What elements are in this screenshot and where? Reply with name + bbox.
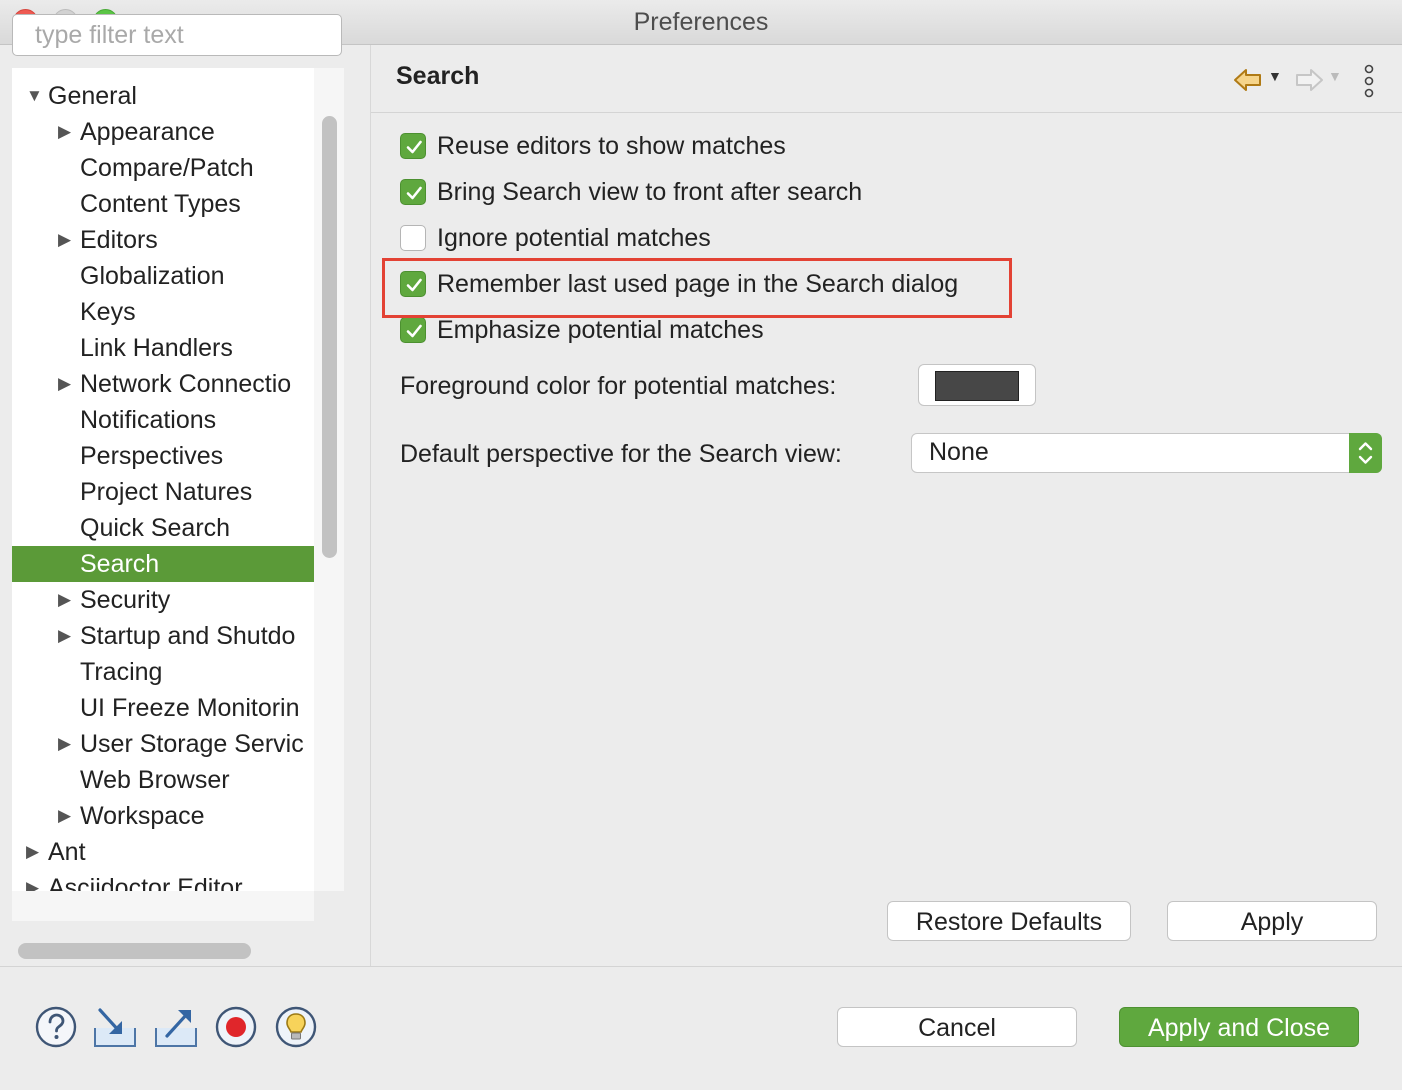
checkbox-checked[interactable] bbox=[400, 317, 426, 343]
collapsed-triangle-icon[interactable]: ▶ bbox=[58, 798, 71, 834]
tree-item[interactable]: ▶ Security bbox=[12, 582, 314, 618]
help-icon[interactable] bbox=[33, 1004, 79, 1050]
tree-horizontal-scroll-thumb[interactable] bbox=[18, 943, 251, 959]
filter-input[interactable] bbox=[12, 14, 342, 56]
collapsed-triangle-icon[interactable]: ▶ bbox=[26, 870, 39, 891]
tree-item-label: Ant bbox=[48, 838, 86, 866]
option-label: Reuse editors to show matches bbox=[437, 132, 786, 160]
color-swatch bbox=[935, 371, 1019, 401]
tree-item[interactable]: Notifications bbox=[12, 402, 314, 438]
apply-button[interactable]: Apply bbox=[1167, 901, 1377, 941]
collapsed-triangle-icon[interactable]: ▶ bbox=[58, 726, 71, 762]
tree-item-label: Tracing bbox=[80, 658, 163, 686]
tree-item-label: Notifications bbox=[80, 406, 217, 434]
collapsed-triangle-icon[interactable]: ▶ bbox=[58, 582, 71, 618]
checkbox-unchecked[interactable] bbox=[400, 225, 426, 251]
tree-item-label: Search bbox=[80, 550, 160, 578]
expanded-triangle-icon[interactable]: ▼ bbox=[26, 78, 43, 114]
select-arrows-icon bbox=[1349, 433, 1382, 473]
page-title: Search bbox=[396, 62, 480, 90]
tree-item[interactable]: ▶ Asciidoctor Editor bbox=[12, 870, 314, 891]
record-icon[interactable] bbox=[214, 1004, 260, 1050]
tree-item-label: Startup and Shutdo bbox=[80, 622, 296, 650]
tree-item[interactable]: Keys bbox=[12, 294, 314, 330]
tree-item[interactable]: Tracing bbox=[12, 654, 314, 690]
checkbox-checked[interactable] bbox=[400, 179, 426, 205]
tree-item[interactable]: Globalization bbox=[12, 258, 314, 294]
export-icon[interactable] bbox=[153, 1004, 199, 1050]
lightbulb-icon[interactable] bbox=[274, 1004, 320, 1050]
header-divider bbox=[371, 112, 1402, 113]
tree-item[interactable]: Project Natures bbox=[12, 474, 314, 510]
tree-item[interactable]: ▶ Editors bbox=[12, 222, 314, 258]
tree-item-label: Content Types bbox=[80, 190, 241, 218]
cancel-button[interactable]: Cancel bbox=[837, 1007, 1077, 1047]
tree-vertical-scroll-thumb[interactable] bbox=[322, 116, 337, 558]
collapsed-triangle-icon[interactable]: ▶ bbox=[58, 222, 71, 258]
forward-history-dropdown-icon[interactable]: ▼ bbox=[1328, 68, 1342, 84]
tree-item[interactable]: ▶ Startup and Shutdo bbox=[12, 618, 314, 654]
tree-item[interactable]: UI Freeze Monitorin bbox=[12, 690, 314, 726]
tree-item-label: UI Freeze Monitorin bbox=[80, 694, 300, 722]
tree-item-label: Keys bbox=[80, 298, 136, 326]
tree-item[interactable]: Quick Search bbox=[12, 510, 314, 546]
tree-item[interactable]: Search bbox=[12, 546, 314, 582]
tree-item[interactable]: ▶ Network Connectio bbox=[12, 366, 314, 402]
tree-item-label: Asciidoctor Editor bbox=[48, 874, 243, 891]
collapsed-triangle-icon[interactable]: ▶ bbox=[58, 618, 71, 654]
footer-divider bbox=[0, 966, 1402, 967]
tree-item-label: Editors bbox=[80, 226, 158, 254]
tree-item-label: Project Natures bbox=[80, 478, 253, 506]
collapsed-triangle-icon[interactable]: ▶ bbox=[26, 834, 39, 870]
tree-item-label: User Storage Servic bbox=[80, 730, 304, 758]
restore-defaults-button[interactable]: Restore Defaults bbox=[887, 901, 1131, 941]
tree-item[interactable]: Link Handlers bbox=[12, 330, 314, 366]
back-arrow-icon[interactable] bbox=[1232, 64, 1264, 96]
tree-item-label: General bbox=[48, 82, 137, 110]
tree-horizontal-scrollbar[interactable] bbox=[12, 891, 314, 921]
tree-item-label: Workspace bbox=[80, 802, 205, 830]
collapsed-triangle-icon[interactable]: ▶ bbox=[58, 114, 71, 150]
tree-item[interactable]: ▶ User Storage Servic bbox=[12, 726, 314, 762]
tree-item-label: Globalization bbox=[80, 262, 225, 290]
tree-item-label: Network Connectio bbox=[80, 370, 292, 398]
default-perspective-select[interactable]: None bbox=[911, 433, 1382, 473]
checkbox-checked[interactable] bbox=[400, 133, 426, 159]
collapsed-triangle-icon[interactable]: ▶ bbox=[58, 366, 71, 402]
tree-item-label: Perspectives bbox=[80, 442, 224, 470]
view-menu-icon[interactable] bbox=[1359, 64, 1379, 98]
forward-arrow-icon[interactable] bbox=[1293, 64, 1325, 96]
tree-item-label: Security bbox=[80, 586, 171, 614]
default-perspective-value: None bbox=[929, 438, 989, 466]
option-label: Bring Search view to front after search bbox=[437, 178, 863, 206]
tree-item-label: Link Handlers bbox=[80, 334, 233, 362]
tree-item[interactable]: Content Types bbox=[12, 186, 314, 222]
option-label: Ignore potential matches bbox=[437, 224, 711, 252]
tree-item[interactable]: Compare/Patch bbox=[12, 150, 314, 186]
tree-item[interactable]: ▼ General bbox=[12, 78, 314, 114]
tree-item-label: Quick Search bbox=[80, 514, 231, 542]
highlight-annotation-box bbox=[382, 258, 1012, 318]
import-icon[interactable] bbox=[92, 1004, 138, 1050]
tree-item[interactable]: Web Browser bbox=[12, 762, 314, 798]
tree-item-label: Web Browser bbox=[80, 766, 230, 794]
foreground-color-button[interactable] bbox=[918, 364, 1036, 406]
tree-item[interactable]: ▶ Workspace bbox=[12, 798, 314, 834]
tree-item-label: Compare/Patch bbox=[80, 154, 254, 182]
foreground-color-label: Foreground color for potential matches: bbox=[400, 372, 837, 400]
apply-and-close-button[interactable]: Apply and Close bbox=[1119, 1007, 1359, 1047]
tree-item[interactable]: ▶ Appearance bbox=[12, 114, 314, 150]
tree-item[interactable]: ▶ Ant bbox=[12, 834, 314, 870]
default-perspective-label: Default perspective for the Search view: bbox=[400, 440, 842, 468]
preferences-tree: ▼ General ▶ Appearance Compare/Patch Content … bbox=[12, 68, 314, 891]
back-history-dropdown-icon[interactable]: ▼ bbox=[1268, 68, 1282, 84]
tree-item-label: Appearance bbox=[80, 118, 215, 146]
tree-item[interactable]: Perspectives bbox=[12, 438, 314, 474]
